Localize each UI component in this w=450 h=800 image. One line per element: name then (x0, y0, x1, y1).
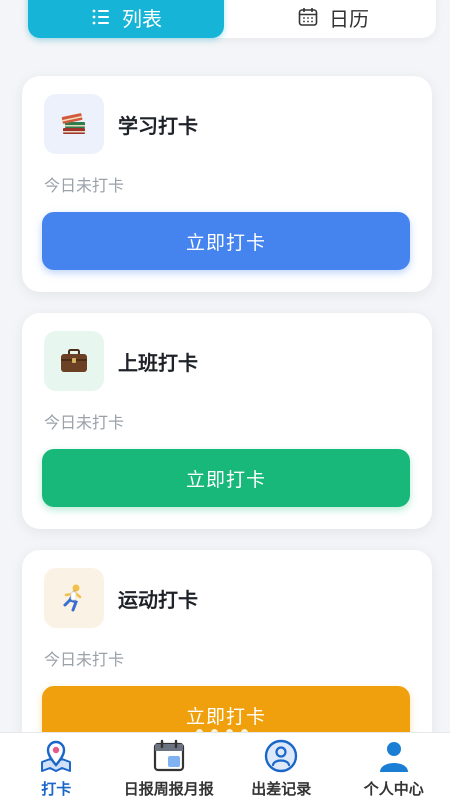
calendar-small-icon (297, 6, 319, 28)
user-icon (375, 737, 413, 775)
checkin-status: 今日未打卡 (44, 650, 125, 669)
work-checkin-card: 上班打卡 今日未打卡 立即打卡 (22, 313, 432, 529)
nav-label: 日报周报月报 (123, 780, 214, 798)
nav-item-business-trips[interactable]: 出差记录 (225, 733, 338, 800)
person-circle-icon (262, 737, 300, 775)
briefcase-icon (44, 331, 104, 391)
tab-list-label: 列表 (122, 6, 162, 31)
map-pin-icon (37, 737, 75, 775)
tab-calendar[interactable]: 日历 (238, 0, 428, 38)
list-icon (90, 6, 112, 28)
nav-item-checkin[interactable]: 打卡 (0, 733, 113, 800)
card-title: 运动打卡 (118, 588, 198, 612)
card-title: 学习打卡 (118, 114, 198, 138)
checkin-status: 今日未打卡 (44, 176, 125, 195)
checkin-screen: 列表 日历 学习打卡 今日未打卡 立即打卡 上班打卡 今日未打卡 立即打卡 运动… (0, 0, 450, 800)
study-checkin-button[interactable]: 立即打卡 (42, 212, 410, 270)
work-checkin-button[interactable]: 立即打卡 (42, 449, 410, 507)
view-switcher: 列表 日历 (28, 0, 436, 38)
calendar-icon (150, 737, 188, 775)
runner-icon (44, 568, 104, 628)
card-title: 上班打卡 (118, 351, 198, 375)
nav-item-profile[interactable]: 个人中心 (338, 733, 450, 800)
nav-label: 打卡 (41, 780, 72, 798)
tab-calendar-label: 日历 (329, 6, 369, 31)
checkin-status: 今日未打卡 (44, 413, 125, 432)
nav-item-reports[interactable]: 日报周报月报 (113, 733, 226, 800)
nav-label: 个人中心 (363, 780, 424, 798)
study-checkin-card: 学习打卡 今日未打卡 立即打卡 (22, 76, 432, 292)
books-icon (44, 94, 104, 154)
nav-label: 出差记录 (251, 780, 312, 798)
bottom-navigation: 打卡 日报周报月报 出差记录 个人中心 (0, 732, 450, 800)
tab-list[interactable]: 列表 (28, 0, 224, 38)
